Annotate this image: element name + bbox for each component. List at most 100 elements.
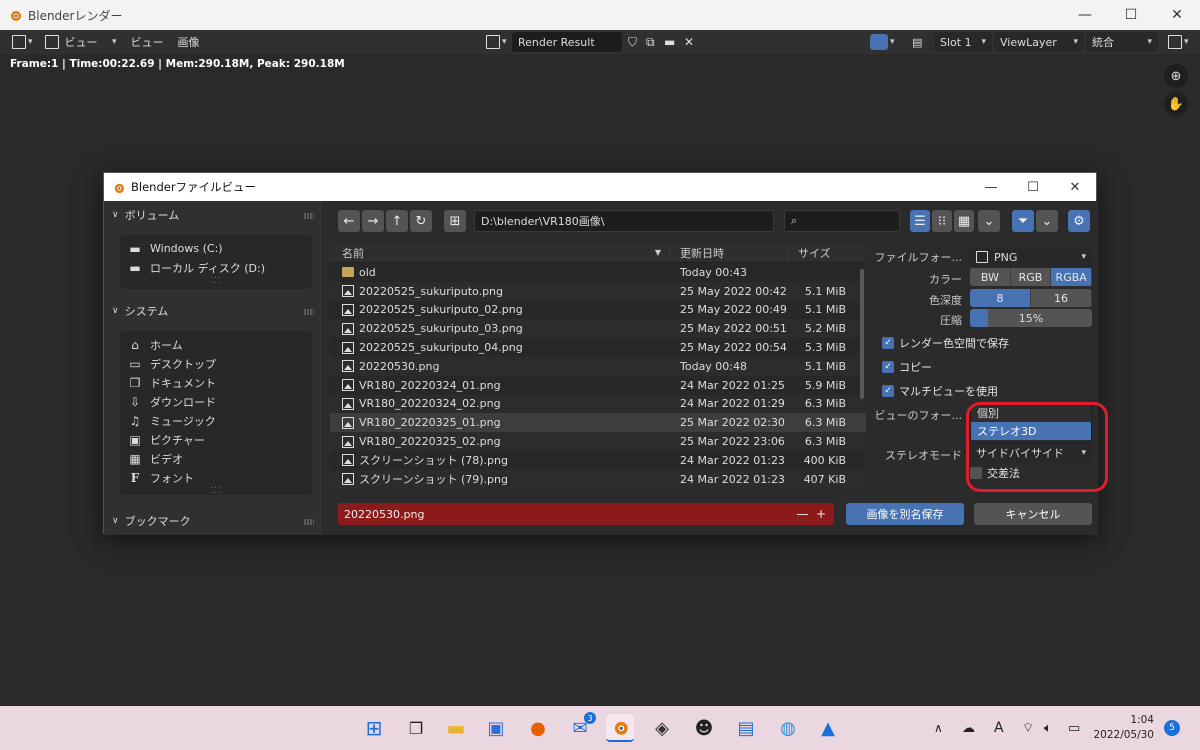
file-row[interactable]: スクリーンショット (78).png 24 Mar 2022 01:23 400 K… [330, 451, 866, 470]
blender-taskbar-icon[interactable] [606, 714, 634, 742]
dialog-maximize-button[interactable]: ☐ [1012, 173, 1054, 201]
refresh-icon[interactable]: ↻ [410, 210, 432, 232]
notepad-icon[interactable]: ▤ [732, 714, 760, 742]
back-arrow-icon[interactable]: ← [338, 210, 360, 232]
file-row[interactable]: 20220530.png Today 00:48 5.1 MiB [330, 356, 866, 376]
column-size-header[interactable]: サイズ [788, 245, 856, 261]
file-row[interactable]: VR180_20220324_02.png 24 Mar 2022 01:29 6.… [330, 394, 866, 414]
overlay-button[interactable]: ▾ [866, 32, 899, 52]
cancel-button[interactable]: キャンセル [974, 503, 1092, 525]
parent-directory-icon[interactable]: ↑ [386, 210, 408, 232]
save-as-render-checkbox[interactable]: ✓ レンダー色空間で保存 [882, 335, 1009, 351]
new-folder-icon[interactable]: ⊞ [444, 210, 466, 232]
filename-input[interactable]: 20220530.png — + [338, 503, 834, 525]
system-item-pictures[interactable]: ▣ ピクチャー [120, 430, 312, 449]
store-icon[interactable]: ▣ [482, 714, 510, 742]
wifi-icon[interactable]: ⌔ [1022, 706, 1034, 750]
system-item-downloads[interactable]: ⇩ ダウンロード [120, 392, 312, 411]
dialog-minimize-button[interactable]: — [970, 173, 1012, 201]
ime-icon[interactable]: A [994, 706, 1004, 750]
notification-center[interactable]: 5 [1164, 706, 1180, 750]
color-option[interactable]: RGBA [1051, 268, 1092, 286]
dialog-close-button[interactable]: ✕ [1054, 173, 1096, 201]
column-date-header[interactable]: 更新日時 [670, 244, 788, 261]
thumbnails-icon[interactable]: ▦ [954, 210, 974, 232]
system-item-fonts[interactable]: F フォント [120, 468, 312, 487]
chevron-down-icon[interactable]: ⌄ [978, 210, 1000, 232]
open-folder-icon[interactable]: ▬ [660, 32, 679, 52]
color-option[interactable]: BW [970, 268, 1011, 286]
unity-icon[interactable]: ◈ [648, 714, 676, 742]
save-as-button[interactable]: 画像を別名保存 [846, 503, 964, 525]
horizontal-list-icon[interactable]: ⁝⁝ [932, 210, 952, 232]
start-windows-icon[interactable]: ⊞ [360, 714, 388, 742]
clock[interactable]: 1:04 2022/05/30 [1093, 706, 1154, 750]
compression-slider[interactable]: 15% [970, 309, 1092, 327]
search-input[interactable]: ⌕ [784, 210, 900, 232]
volumes-panel-header[interactable]: ∨ ボリューム [112, 205, 179, 225]
resize-handle[interactable]: ⁚⁚⁚ [120, 277, 312, 285]
system-item-documents[interactable]: ❐ ドキュメント [120, 373, 312, 392]
panel-grip-icon[interactable] [304, 213, 314, 219]
file-explorer-icon[interactable]: ▬ [442, 714, 470, 742]
channels-button[interactable]: ▾ [1164, 32, 1193, 52]
file-list-scrollbar[interactable] [860, 269, 864, 399]
paint-icon[interactable]: ◍ [774, 714, 802, 742]
panel-grip-icon[interactable] [304, 519, 314, 525]
photos-icon[interactable]: ▲ [814, 714, 842, 742]
vertical-list-icon[interactable]: ☰ [910, 210, 930, 232]
column-name-header[interactable]: 名前 ▼ [330, 244, 670, 261]
mail-icon[interactable]: ✉ 3 [566, 712, 596, 742]
close-button[interactable]: ✕ [1154, 0, 1200, 30]
fake-user-icon[interactable]: ⛉ [624, 32, 641, 52]
depth-option[interactable]: 16 [1031, 289, 1092, 307]
color-option[interactable]: RGB [1010, 268, 1052, 286]
file-row[interactable]: old Today 00:43 [330, 263, 866, 282]
slot-dropdown[interactable]: Slot 1 ▾ [934, 32, 992, 52]
editor-type-button[interactable]: ▾ [8, 32, 37, 52]
directory-path-field[interactable]: D:\blender\VR180画像\ [474, 210, 774, 232]
settings-gear-icon[interactable]: ⚙ [1068, 210, 1090, 232]
file-row[interactable]: 20220525_sukuriputo.png 25 May 2022 00:42… [330, 281, 866, 301]
penguin-app-icon[interactable]: ☻ [690, 714, 718, 742]
unlink-icon[interactable]: ✕ [680, 32, 698, 52]
file-row[interactable]: スクリーンショット (79).png 24 Mar 2022 01:23 407 K… [330, 469, 866, 489]
bookmarks-panel-header[interactable]: ∨ ブックマーク [112, 511, 191, 531]
minimize-button[interactable]: — [1062, 0, 1108, 30]
file-format-dropdown[interactable]: PNG ▾ [970, 247, 1092, 267]
chevron-down-icon[interactable]: ⌄ [1036, 210, 1058, 232]
duplicate-icon[interactable]: ⧉ [642, 32, 659, 52]
system-panel-header[interactable]: ∨ システム [112, 301, 168, 321]
firefox-icon[interactable]: ● [524, 714, 552, 742]
system-item-desktop[interactable]: ▭ デスクトップ [120, 354, 312, 373]
file-row[interactable]: 20220525_sukuriputo_04.png 25 May 2022 00… [330, 338, 866, 357]
system-item-videos[interactable]: ▦ ビデオ [120, 449, 312, 468]
view-layer-dropdown[interactable]: ViewLayer ▾ [994, 32, 1084, 52]
file-row[interactable]: VR180_20220325_01.png 25 Mar 2022 02:30 6.… [330, 413, 866, 433]
file-row[interactable]: VR180_20220324_01.png 24 Mar 2022 01:25 5.… [330, 376, 866, 395]
view-mode-dropdown[interactable]: ビュー ▾ [41, 32, 121, 52]
show-hidden-icons-chevron[interactable]: ∧ [934, 706, 943, 750]
decrement-increment-icon[interactable]: — + [796, 507, 826, 521]
filter-icon[interactable]: ⏷ [1012, 210, 1034, 232]
file-row[interactable]: 20220525_sukuriputo_02.png 25 May 2022 00… [330, 301, 866, 320]
image-name-field[interactable]: Render Result [512, 32, 622, 52]
menu-image[interactable]: 画像 [174, 32, 204, 52]
resize-handle[interactable]: ⁚⁚⁚ [120, 487, 312, 495]
volume-item[interactable]: ▬ Windows (C:) [120, 239, 312, 258]
zoom-icon[interactable]: ⊕ [1164, 64, 1188, 88]
file-row[interactable]: 20220525_sukuriputo_03.png 25 May 2022 00… [330, 319, 866, 339]
image-browse-button[interactable]: ▾ [482, 32, 511, 52]
maximize-button[interactable]: ☐ [1108, 0, 1154, 30]
menu-view[interactable]: ビュー [127, 32, 168, 52]
task-view-icon[interactable]: ❐ [402, 714, 430, 742]
copy-checkbox[interactable]: ✓ コピー [882, 359, 932, 375]
panel-grip-icon[interactable] [304, 309, 314, 315]
forward-arrow-icon[interactable]: → [362, 210, 384, 232]
volume-icon[interactable]: 🔈︎ [1044, 706, 1052, 750]
battery-icon[interactable]: ▭ [1068, 706, 1080, 750]
multiview-checkbox[interactable]: ✓ マルチビューを使用 [882, 383, 998, 399]
display-channels-icon[interactable]: ▤ [908, 32, 926, 52]
volume-item[interactable]: ▬ ローカル ディスク (D:) [120, 258, 312, 277]
system-item-home[interactable]: ⌂ ホーム [120, 335, 312, 354]
